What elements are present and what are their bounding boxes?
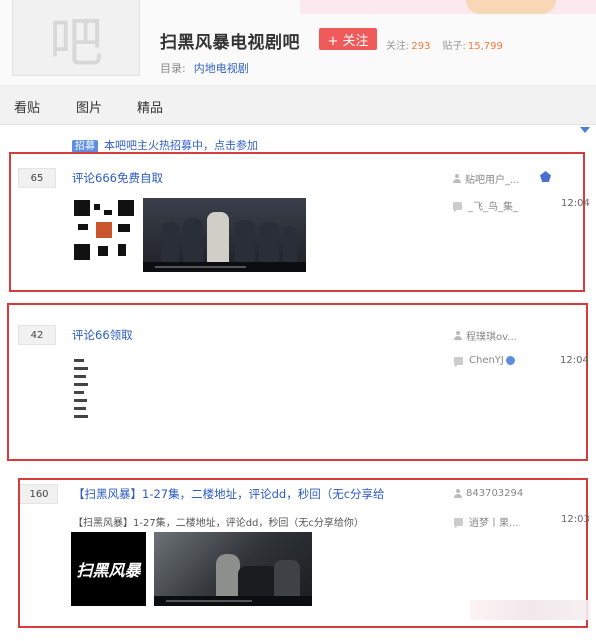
thread-title[interactable]: 评论666免费自取 [72, 170, 163, 186]
thread-author[interactable]: 贴吧用户_... [453, 171, 520, 186]
video-thumbnail[interactable] [154, 532, 312, 606]
thread-title[interactable]: 【扫黑风暴】1-27集，二楼地址，评论dd，秒回（无c分享给 [73, 486, 385, 502]
reply-time: 12:04 [561, 198, 590, 209]
directory-link[interactable]: 内地电视剧 [194, 62, 249, 75]
show-logo-text: 扫黑风暴 [76, 561, 141, 580]
attachment-image[interactable] [74, 359, 104, 423]
author-name[interactable]: 程璞琪ov... [466, 328, 517, 343]
reply-icon [454, 517, 463, 526]
thread-item[interactable]: 42 评论66领取 程璞琪ov... ChenYJ 12:04 [7, 303, 589, 461]
last-replier-name[interactable]: _飞_鸟_集_ [468, 198, 518, 213]
posts-label: 贴子: [442, 41, 466, 52]
thread-preview: 【扫黑风暴】1-27集，二楼地址，评论dd，秒回（无c分享给你） [73, 518, 364, 529]
reply-time: 12:03 [561, 514, 590, 525]
recruit-text[interactable]: 本吧吧主火热招募中，点击参加 [104, 139, 258, 152]
author-name[interactable]: 843703294 [466, 488, 523, 499]
person-icon [453, 174, 461, 183]
reply-count: 160 [20, 484, 58, 504]
collapse-arrow-icon[interactable] [580, 127, 590, 133]
recruit-notice[interactable]: 招募 本吧吧主火热招募中，点击参加 [72, 137, 258, 153]
thread-author[interactable]: 程璞琪ov... [454, 328, 517, 343]
reply-count: 42 [18, 325, 56, 345]
posts-count: 15,799 [467, 41, 503, 52]
qr-code-image[interactable] [74, 200, 134, 260]
followers-label: 关注: [386, 41, 410, 52]
forum-header: 吧 扫黑风暴电视剧吧 + 关注 关注: 293 贴子: 15,799 目录: 内地电视剧 [0, 0, 596, 85]
thread-author[interactable]: 843703294 [454, 488, 523, 499]
banner-decoration [300, 0, 596, 14]
reply-time: 12:04 [560, 355, 589, 366]
directory: 目录: 内地电视剧 [160, 60, 249, 76]
person-icon [454, 489, 462, 498]
forum-tabs: 看贴 图片 精品 [0, 85, 596, 125]
thread-item[interactable]: 65 评论666免费自取 贴吧用户_... _飞_鸟_集_ 12:04 [9, 152, 590, 292]
author-name[interactable]: 贴吧用户_... [465, 171, 520, 186]
thread-title[interactable]: 评论66领取 [72, 327, 133, 343]
forum-page: 吧 扫黑风暴电视剧吧 + 关注 关注: 293 贴子: 15,799 目录: 内地电视剧… [0, 0, 596, 641]
show-logo-image[interactable]: 扫黑风暴 [71, 532, 146, 606]
last-replier[interactable]: _飞_鸟_集_ [453, 198, 518, 213]
tab-featured[interactable]: 精品 [137, 97, 163, 116]
directory-label: 目录: [160, 62, 186, 75]
last-replier-name[interactable]: ChenYJ [469, 355, 504, 366]
reply-icon [454, 356, 463, 365]
forum-avatar[interactable]: 吧 [12, 0, 140, 76]
reply-count: 65 [18, 168, 56, 188]
last-replier[interactable]: 逍梦丨果... [454, 514, 519, 529]
followers-count: 293 [411, 41, 431, 52]
tab-posts[interactable]: 看贴 [14, 97, 40, 116]
video-thumbnail[interactable] [143, 198, 306, 272]
forum-stats: 关注: 293 贴子: 15,799 [386, 37, 515, 52]
verified-dot-icon [505, 356, 515, 365]
forum-title[interactable]: 扫黑风暴电视剧吧 [160, 28, 300, 53]
watermark-blur [470, 600, 590, 620]
reply-icon [453, 201, 462, 210]
member-badge-icon [540, 171, 551, 182]
last-replier[interactable]: ChenYJ [454, 355, 515, 366]
person-icon [454, 331, 462, 340]
last-replier-name[interactable]: 逍梦丨果... [469, 514, 519, 529]
tab-images[interactable]: 图片 [76, 97, 102, 116]
follow-button[interactable]: + 关注 [319, 28, 377, 50]
